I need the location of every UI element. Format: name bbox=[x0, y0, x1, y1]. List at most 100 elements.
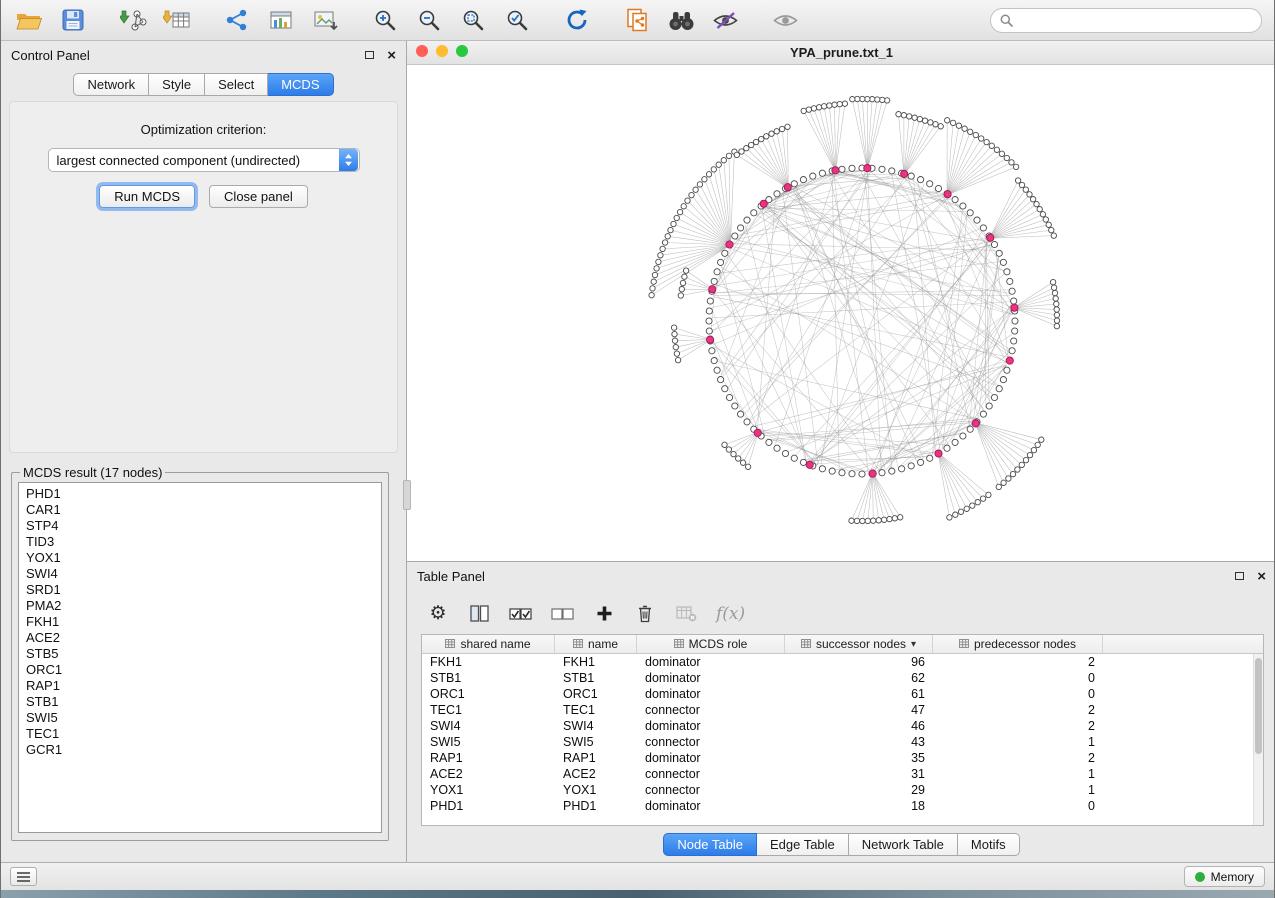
graph-node[interactable] bbox=[908, 463, 914, 469]
graph-node[interactable] bbox=[1054, 301, 1059, 306]
graph-node[interactable] bbox=[1012, 328, 1018, 334]
graph-node[interactable] bbox=[999, 151, 1004, 156]
graph-node[interactable] bbox=[1054, 323, 1059, 328]
delete-table-button[interactable] bbox=[675, 602, 697, 626]
graph-node[interactable] bbox=[881, 517, 886, 522]
table-row[interactable]: YOX1YOX1connector291 bbox=[422, 782, 1263, 798]
graph-node[interactable] bbox=[668, 227, 673, 232]
graph-node[interactable] bbox=[656, 259, 661, 264]
graph-node[interactable] bbox=[1027, 452, 1032, 457]
mcds-result-list[interactable]: PHD1CAR1STP4TID3YOX1SWI4SRD1PMA2FKH1ACE2… bbox=[18, 482, 382, 833]
graph-node[interactable] bbox=[1015, 467, 1020, 472]
graph-node[interactable] bbox=[711, 358, 717, 364]
export-table-button[interactable] bbox=[265, 4, 297, 36]
graph-node[interactable] bbox=[956, 123, 961, 128]
graph-node[interactable] bbox=[801, 108, 806, 113]
graph-node[interactable] bbox=[658, 253, 663, 258]
mcds-result-item[interactable]: STB5 bbox=[26, 646, 381, 662]
graph-node[interactable] bbox=[1004, 155, 1009, 160]
graph-node[interactable] bbox=[806, 107, 811, 112]
find-button[interactable] bbox=[665, 4, 697, 36]
graph-node[interactable] bbox=[839, 470, 845, 476]
graph-dominator-node[interactable] bbox=[972, 420, 979, 427]
graph-node[interactable] bbox=[774, 191, 780, 197]
graph-node[interactable] bbox=[927, 455, 933, 461]
graph-node[interactable] bbox=[898, 515, 903, 520]
graph-node[interactable] bbox=[693, 187, 698, 192]
graph-node[interactable] bbox=[1013, 164, 1018, 169]
table-row[interactable]: PHD1PHD1dominator180 bbox=[422, 798, 1263, 814]
graph-node[interactable] bbox=[706, 172, 711, 177]
graph-node[interactable] bbox=[672, 331, 677, 336]
graph-node[interactable] bbox=[1019, 462, 1024, 467]
graph-node[interactable] bbox=[887, 516, 892, 521]
table-row[interactable]: TEC1TEC1connector472 bbox=[422, 702, 1263, 718]
graph-node[interactable] bbox=[718, 377, 724, 383]
table-row[interactable]: SWI5SWI5connector431 bbox=[422, 734, 1263, 750]
graph-node[interactable] bbox=[945, 118, 950, 123]
graph-node[interactable] bbox=[1001, 480, 1006, 485]
graph-node[interactable] bbox=[711, 167, 716, 172]
graph-dominator-node[interactable] bbox=[869, 470, 876, 477]
graph-node[interactable] bbox=[675, 357, 680, 362]
graph-node[interactable] bbox=[753, 139, 758, 144]
graph-node[interactable] bbox=[960, 203, 966, 209]
table-row[interactable]: RAP1RAP1dominator352 bbox=[422, 750, 1263, 766]
graph-node[interactable] bbox=[989, 143, 994, 148]
graph-node[interactable] bbox=[652, 272, 657, 277]
graph-node[interactable] bbox=[734, 152, 739, 157]
float-table-panel-button[interactable] bbox=[1235, 572, 1244, 580]
graph-node[interactable] bbox=[1054, 318, 1059, 323]
tab-network[interactable]: Network bbox=[73, 73, 149, 96]
tab-node-table[interactable]: Node Table bbox=[663, 833, 757, 856]
column-header-name[interactable]: name bbox=[555, 635, 637, 653]
network-graph[interactable] bbox=[407, 65, 1275, 560]
graph-dominator-node[interactable] bbox=[709, 286, 716, 293]
create-column-button[interactable] bbox=[593, 602, 615, 626]
mcds-result-item[interactable]: TID3 bbox=[26, 534, 381, 550]
graph-node[interactable] bbox=[950, 120, 955, 125]
network-canvas[interactable] bbox=[407, 65, 1275, 560]
graph-node[interactable] bbox=[1040, 212, 1045, 217]
graph-dominator-node[interactable] bbox=[1011, 304, 1018, 311]
mcds-result-item[interactable]: SWI5 bbox=[26, 710, 381, 726]
table-row[interactable]: FKH1FKH1dominator962 bbox=[422, 654, 1263, 670]
graph-node[interactable] bbox=[973, 132, 978, 137]
graph-node[interactable] bbox=[849, 471, 855, 477]
close-table-panel-button[interactable]: × bbox=[1257, 569, 1266, 584]
column-header-shared-name[interactable]: shared name bbox=[422, 635, 555, 653]
graph-node[interactable] bbox=[1010, 471, 1015, 476]
graph-node[interactable] bbox=[970, 503, 975, 508]
graph-node[interactable] bbox=[782, 450, 788, 456]
optimization-criterion-select[interactable]: largest connected component (undirected) bbox=[48, 148, 360, 172]
graph-node[interactable] bbox=[827, 103, 832, 108]
graph-node[interactable] bbox=[785, 124, 790, 129]
graph-node[interactable] bbox=[944, 445, 950, 451]
graph-node[interactable] bbox=[722, 386, 728, 392]
open-session-button[interactable] bbox=[13, 4, 45, 36]
graph-dominator-node[interactable] bbox=[864, 165, 871, 172]
graph-node[interactable] bbox=[927, 181, 933, 187]
graph-node[interactable] bbox=[994, 147, 999, 152]
graph-node[interactable] bbox=[751, 210, 757, 216]
mcds-result-item[interactable]: ACE2 bbox=[26, 630, 381, 646]
graph-node[interactable] bbox=[677, 209, 682, 214]
minimize-window-button[interactable] bbox=[436, 45, 448, 57]
graph-node[interactable] bbox=[928, 120, 933, 125]
graph-node[interactable] bbox=[766, 439, 772, 445]
mcds-result-item[interactable]: GCR1 bbox=[26, 742, 381, 758]
zoom-in-button[interactable] bbox=[369, 4, 401, 36]
graph-node[interactable] bbox=[980, 496, 985, 501]
network-merge-button[interactable] bbox=[621, 4, 653, 36]
graph-node[interactable] bbox=[960, 433, 966, 439]
graph-node[interactable] bbox=[979, 136, 984, 141]
panel-splitter-handle[interactable] bbox=[403, 480, 411, 510]
table-row[interactable]: ORC1ORC1dominator610 bbox=[422, 686, 1263, 702]
mcds-result-item[interactable]: ORC1 bbox=[26, 662, 381, 678]
graph-node[interactable] bbox=[918, 177, 924, 183]
graph-node[interactable] bbox=[744, 146, 749, 151]
graph-node[interactable] bbox=[1043, 217, 1048, 222]
graph-node[interactable] bbox=[859, 471, 865, 477]
graph-node[interactable] bbox=[839, 166, 845, 172]
graph-node[interactable] bbox=[996, 386, 1002, 392]
